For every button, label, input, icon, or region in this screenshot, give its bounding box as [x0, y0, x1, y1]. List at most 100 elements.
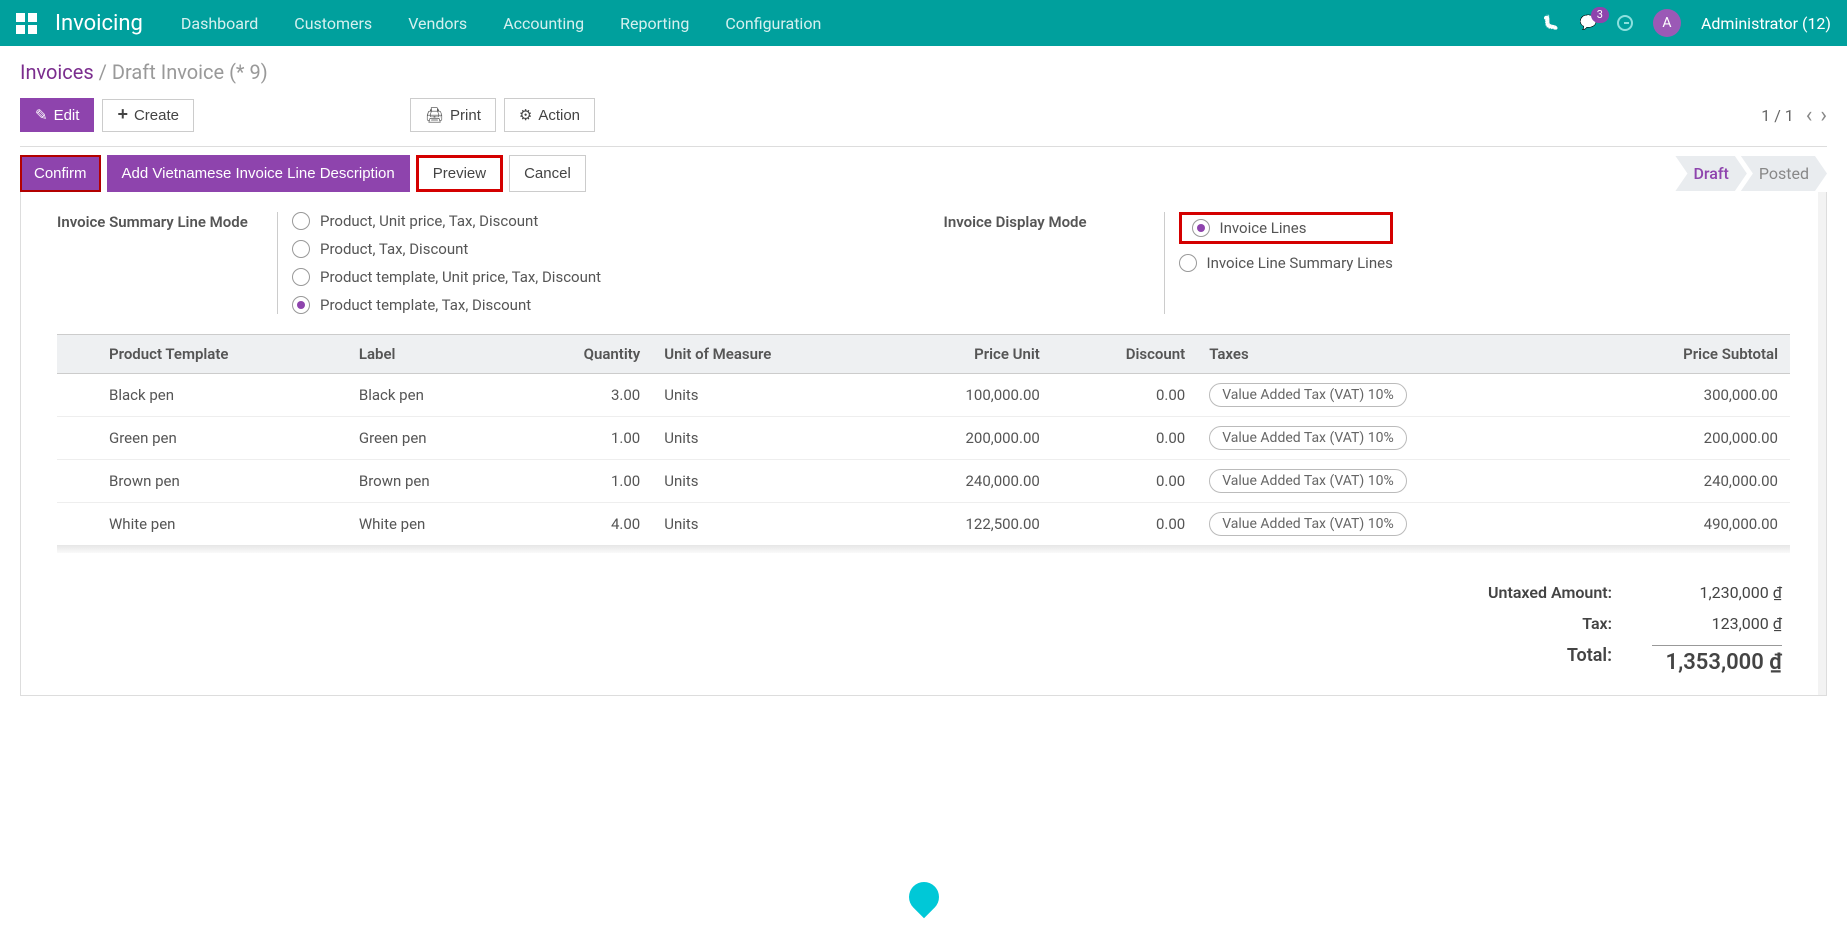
cell-subtotal: 300,000.00: [1583, 374, 1790, 417]
display-option-1[interactable]: Invoice Line Summary Lines: [1179, 254, 1393, 272]
radio-icon: [292, 240, 310, 258]
cell-label: Brown pen: [347, 460, 512, 503]
radio-label: Product, Unit price, Tax, Discount: [320, 212, 538, 230]
radio-label: Invoice Line Summary Lines: [1207, 254, 1393, 272]
preview-button[interactable]: Preview: [416, 155, 503, 192]
cell-price: 240,000.00: [881, 460, 1052, 503]
edit-button[interactable]: Edit: [20, 98, 94, 132]
radio-icon: [1192, 219, 1210, 237]
cell-label: White pen: [347, 503, 512, 546]
tax-pill: Value Added Tax (VAT) 10%: [1209, 383, 1407, 407]
cell-label: Black pen: [347, 374, 512, 417]
print-button[interactable]: Print: [410, 98, 496, 132]
cell-price: 200,000.00: [881, 417, 1052, 460]
nav-accounting[interactable]: Accounting: [503, 14, 584, 33]
col-qty[interactable]: Quantity: [512, 335, 652, 374]
untaxed-value: 1,230,000 ₫: [1652, 583, 1782, 602]
cell-uom: Units: [652, 460, 880, 503]
radio-label: Invoice Lines: [1220, 219, 1307, 237]
radio-label: Product template, Tax, Discount: [320, 296, 531, 314]
cell-qty: 1.00: [512, 460, 652, 503]
topbar-right: 3 A Administrator (12): [1542, 9, 1831, 37]
total-label: Total:: [1432, 645, 1612, 675]
summary-option-0[interactable]: Product, Unit price, Tax, Discount: [292, 212, 601, 230]
cell-discount: 0.00: [1052, 417, 1197, 460]
table-row[interactable]: White penWhite pen4.00Units122,500.000.0…: [57, 503, 1790, 546]
user-name[interactable]: Administrator (12): [1701, 14, 1831, 33]
scrollbar[interactable]: [1818, 192, 1826, 695]
tax-pill: Value Added Tax (VAT) 10%: [1209, 512, 1407, 536]
summary-mode-label: Invoice Summary Line Mode: [57, 212, 257, 314]
nav-reporting[interactable]: Reporting: [620, 14, 689, 33]
status-posted[interactable]: Posted: [1741, 156, 1827, 191]
radio-icon: [1179, 254, 1197, 272]
tax-pill: Value Added Tax (VAT) 10%: [1209, 426, 1407, 450]
cell-discount: 0.00: [1052, 460, 1197, 503]
control-panel: Invoices / Draft Invoice (* 9) Edit Crea…: [0, 46, 1847, 147]
display-mode-label: Invoice Display Mode: [944, 212, 1144, 314]
cell-qty: 3.00: [512, 374, 652, 417]
table-row[interactable]: Brown penBrown pen1.00Units240,000.000.0…: [57, 460, 1790, 503]
cell-tax: Value Added Tax (VAT) 10%: [1197, 417, 1583, 460]
pager-text: 1 / 1: [1761, 106, 1794, 125]
status-draft[interactable]: Draft: [1675, 156, 1746, 191]
breadcrumb-sep: /: [99, 60, 107, 84]
col-taxes[interactable]: Taxes: [1197, 335, 1583, 374]
col-subtotal[interactable]: Price Subtotal: [1583, 335, 1790, 374]
confirm-button[interactable]: Confirm: [20, 155, 101, 192]
action-button[interactable]: Action: [504, 98, 595, 132]
display-mode-options: Invoice Lines Invoice Line Summary Lines: [1164, 212, 1393, 314]
apps-icon[interactable]: [16, 13, 37, 34]
breadcrumb-root[interactable]: Invoices: [20, 60, 94, 84]
pager-next-icon[interactable]: ›: [1820, 103, 1827, 128]
total-value: 1,353,000 ₫: [1652, 645, 1782, 675]
pager-prev-icon[interactable]: ‹: [1806, 103, 1813, 128]
summary-option-1[interactable]: Product, Tax, Discount: [292, 240, 601, 258]
col-template[interactable]: Product Template: [97, 335, 347, 374]
status-row: Confirm Add Vietnamese Invoice Line Desc…: [0, 147, 1847, 192]
summary-option-2[interactable]: Product template, Unit price, Tax, Disco…: [292, 268, 601, 286]
tax-value: 123,000 ₫: [1652, 614, 1782, 633]
cell-template: Green pen: [97, 417, 347, 460]
nav-dashboard[interactable]: Dashboard: [181, 14, 258, 33]
clock-icon[interactable]: [1617, 15, 1633, 31]
chat-icon[interactable]: 3: [1580, 15, 1597, 31]
breadcrumb: Invoices / Draft Invoice (* 9): [20, 60, 1827, 84]
table-row[interactable]: Black penBlack pen3.00Units100,000.000.0…: [57, 374, 1790, 417]
create-button[interactable]: Create: [102, 99, 194, 132]
col-label[interactable]: Label: [347, 335, 512, 374]
app-name[interactable]: Invoicing: [55, 11, 143, 36]
untaxed-label: Untaxed Amount:: [1432, 583, 1612, 602]
summary-option-3[interactable]: Product template, Tax, Discount: [292, 296, 601, 314]
cell-discount: 0.00: [1052, 503, 1197, 546]
cell-price: 100,000.00: [881, 374, 1052, 417]
avatar[interactable]: A: [1653, 9, 1681, 37]
cell-discount: 0.00: [1052, 374, 1197, 417]
totals: Untaxed Amount: 1,230,000 ₫ Tax: 123,000 ₫…: [57, 583, 1790, 675]
nav-configuration[interactable]: Configuration: [725, 14, 821, 33]
bug-icon[interactable]: [1542, 15, 1559, 31]
tax-label: Tax:: [1432, 614, 1612, 633]
form-sheet: Invoice Summary Line Mode Product, Unit …: [20, 192, 1827, 696]
chat-badge: 3: [1591, 7, 1609, 23]
radio-icon: [292, 296, 310, 314]
col-discount[interactable]: Discount: [1052, 335, 1197, 374]
cell-subtotal: 490,000.00: [1583, 503, 1790, 546]
cell-label: Green pen: [347, 417, 512, 460]
table-row[interactable]: Green penGreen pen1.00Units200,000.000.0…: [57, 417, 1790, 460]
cell-template: White pen: [97, 503, 347, 546]
main-nav: Dashboard Customers Vendors Accounting R…: [181, 14, 1542, 33]
summary-mode-options: Product, Unit price, Tax, Discount Produc…: [277, 212, 601, 314]
cell-price: 122,500.00: [881, 503, 1052, 546]
add-vn-description-button[interactable]: Add Vietnamese Invoice Line Description: [107, 155, 410, 192]
col-price[interactable]: Price Unit: [881, 335, 1052, 374]
col-uom[interactable]: Unit of Measure: [652, 335, 880, 374]
print-icon: [425, 106, 444, 124]
cancel-button[interactable]: Cancel: [509, 155, 586, 192]
nav-customers[interactable]: Customers: [294, 14, 372, 33]
cell-qty: 1.00: [512, 417, 652, 460]
nav-vendors[interactable]: Vendors: [408, 14, 467, 33]
status-bar: Draft Posted: [1681, 156, 1827, 191]
invoice-lines-table: Product Template Label Quantity Unit of …: [57, 334, 1790, 546]
display-option-0[interactable]: Invoice Lines: [1179, 212, 1393, 244]
